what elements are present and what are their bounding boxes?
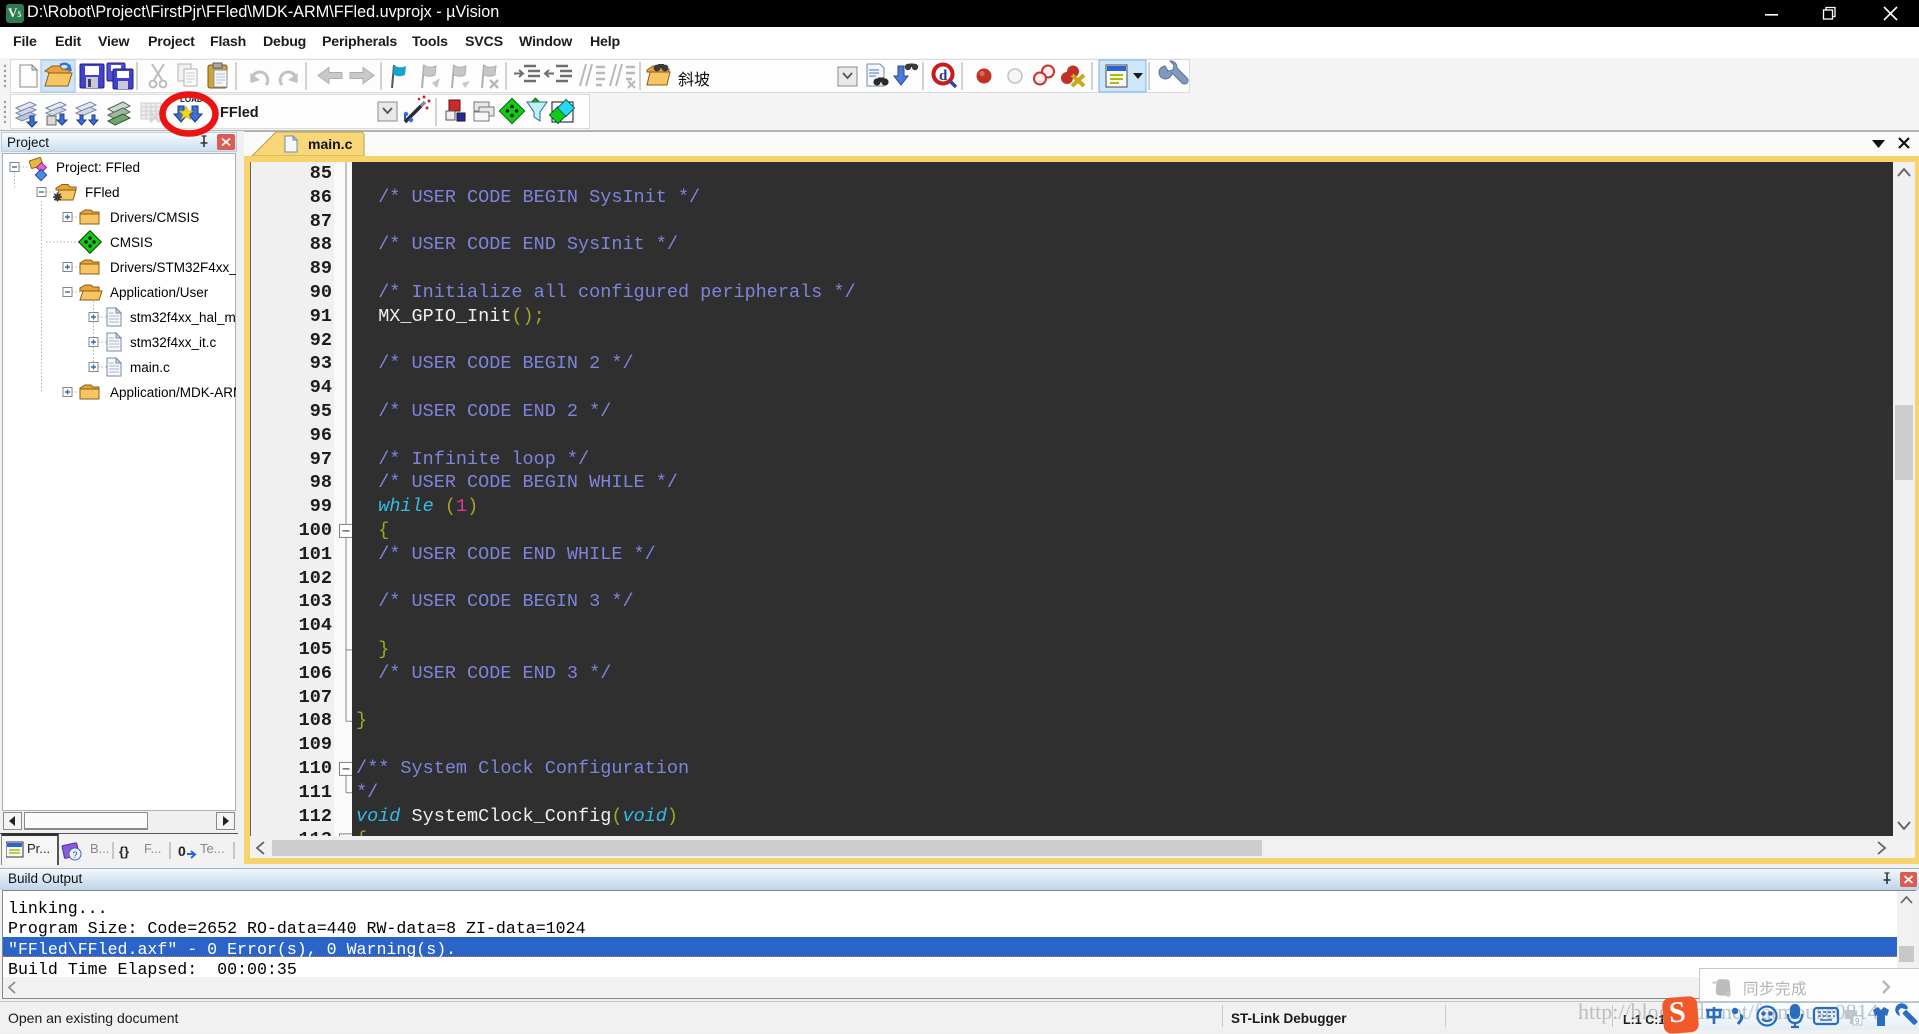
svg-text:d: d	[939, 68, 948, 84]
svg-text:0: 0	[178, 843, 186, 859]
svg-text:同步完成: 同步完成	[1743, 980, 1807, 998]
svg-text:{}: {}	[119, 844, 129, 859]
svg-text:?: ?	[73, 850, 78, 860]
svg-text:9: 9	[1855, 1017, 1860, 1026]
